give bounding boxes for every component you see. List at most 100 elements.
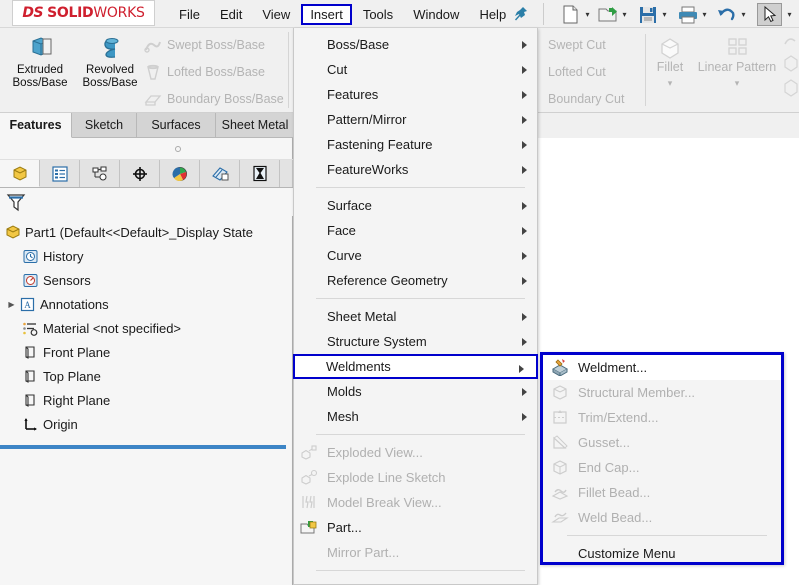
tree-row-front-plane[interactable]: Front Plane xyxy=(0,340,293,364)
rollback-bar[interactable] xyxy=(0,445,286,449)
swept-cut-item[interactable]: Swept Cut xyxy=(548,32,624,59)
menu-fastening-feature[interactable]: Fastening Feature xyxy=(294,132,537,157)
lofted-cut-item[interactable]: Lofted Cut xyxy=(548,59,624,86)
menu-weldments[interactable]: Weldments xyxy=(293,354,538,379)
submenu-structural-member[interactable]: Structural Member... xyxy=(543,380,781,405)
tree-item-label: Origin xyxy=(43,416,78,432)
tree-row-material[interactable]: Material <not specified> xyxy=(0,316,293,340)
tree-row-history[interactable]: History xyxy=(0,244,293,268)
menu-molds[interactable]: Molds xyxy=(294,379,537,404)
print-dropdown-arrow[interactable]: ▾ xyxy=(700,11,709,19)
select-cursor-dropdown-arrow[interactable]: ▾ xyxy=(785,11,794,19)
menu-surface[interactable]: Surface xyxy=(294,193,537,218)
panel-tabs-overflow[interactable] xyxy=(280,160,293,187)
menu-face[interactable]: Face xyxy=(294,218,537,243)
tree-row-right-plane[interactable]: Right Plane xyxy=(0,388,293,412)
undo-dropdown-arrow[interactable]: ▾ xyxy=(739,11,748,19)
menu-curve[interactable]: Curve xyxy=(294,243,537,268)
tab-features[interactable]: Features xyxy=(0,113,72,138)
submenu-weldment[interactable]: Weldment... xyxy=(543,355,781,380)
save-icon[interactable] xyxy=(637,4,659,25)
submenu-trim-extend[interactable]: Trim/Extend... xyxy=(543,405,781,430)
open-folder-icon[interactable] xyxy=(597,4,619,25)
menu-item-window[interactable]: Window xyxy=(404,4,468,25)
dimxpert-manager-icon[interactable] xyxy=(120,160,160,187)
menu-item-insert[interactable]: Insert xyxy=(301,3,352,25)
appearance-icon[interactable] xyxy=(200,160,240,187)
save-dropdown-arrow[interactable]: ▾ xyxy=(660,11,669,19)
new-document-icon[interactable] xyxy=(560,4,582,25)
swept-boss-label: Swept Boss/Base xyxy=(167,38,265,52)
menu-cut[interactable]: Cut xyxy=(294,57,537,82)
menu-label: Fastening Feature xyxy=(327,137,433,152)
tree-root-label: Part1 (Default<<Default>_Display State xyxy=(25,224,253,240)
tab-surfaces[interactable]: Surfaces xyxy=(137,113,216,138)
display-manager-icon[interactable] xyxy=(160,160,200,187)
revolved-boss-base-button[interactable]: Revolved Boss/Base xyxy=(76,32,144,90)
submenu-fillet-bead[interactable]: Fillet Bead... xyxy=(543,480,781,505)
tree-row-origin[interactable]: Origin xyxy=(0,412,293,436)
property-manager-icon[interactable] xyxy=(40,160,80,187)
open-folder-dropdown-arrow[interactable]: ▾ xyxy=(620,11,629,19)
simulation-icon[interactable] xyxy=(240,160,280,187)
boundary-cut-item[interactable]: Boundary Cut xyxy=(548,86,624,113)
extruded-boss-base-button[interactable]: Extruded Boss/Base xyxy=(6,32,74,90)
menu-item-view[interactable]: View xyxy=(253,4,299,25)
revolved-boss-label-1: Revolved xyxy=(86,64,134,76)
menu-label: Structure System xyxy=(327,334,427,349)
menu-item-file[interactable]: File xyxy=(170,4,209,25)
feature-manager-icon[interactable] xyxy=(0,160,40,187)
submenu-end-cap[interactable]: End Cap... xyxy=(543,455,781,480)
menu-mesh[interactable]: Mesh xyxy=(294,404,537,429)
submenu-gusset[interactable]: Gusset... xyxy=(543,430,781,455)
extruded-boss-label-1: Extruded xyxy=(16,64,64,76)
menu-explode-line-sketch[interactable]: Explode Line Sketch xyxy=(294,465,537,490)
submenu-arrow-icon xyxy=(522,227,527,235)
tree-row-part1[interactable]: Part1 (Default<<Default>_Display State xyxy=(0,220,293,244)
menu-mirror-part[interactable]: Mirror Part... xyxy=(294,540,537,565)
menu-item-tools[interactable]: Tools xyxy=(354,4,402,25)
menu-featureworks[interactable]: FeatureWorks xyxy=(294,157,537,182)
expand-arrow-icon[interactable]: ▶ xyxy=(4,300,19,309)
pushpin-icon[interactable] xyxy=(512,5,530,23)
submenu-arrow-icon xyxy=(522,252,527,260)
menu-label: Model Break View... xyxy=(327,495,442,510)
tree-row-top-plane[interactable]: Top Plane xyxy=(0,364,293,388)
fillet-button[interactable]: Fillet ▾ xyxy=(648,34,692,89)
submenu-weld-bead[interactable]: Weld Bead... xyxy=(543,505,781,530)
menu-item-edit[interactable]: Edit xyxy=(211,4,251,25)
menu-label: Sheet Metal xyxy=(327,309,397,324)
configuration-manager-icon[interactable] xyxy=(80,160,120,187)
menu-boss-base[interactable]: Boss/Base xyxy=(294,32,537,57)
menu-part[interactable]: Part... xyxy=(294,515,537,540)
boundary-boss-base-item[interactable]: Boundary Boss/Base xyxy=(143,86,284,113)
new-document-dropdown-arrow[interactable]: ▾ xyxy=(583,11,592,19)
tab-sketch[interactable]: Sketch xyxy=(72,113,137,138)
menu-structure-system[interactable]: Structure System xyxy=(294,329,537,354)
linear-pattern-button[interactable]: Linear Pattern ▾ xyxy=(694,34,780,89)
print-icon[interactable] xyxy=(677,4,699,25)
tree-row-sensors[interactable]: Sensors xyxy=(0,268,293,292)
fillet-dropdown-arrow[interactable]: ▾ xyxy=(648,78,692,89)
menu-reference-geometry[interactable]: Reference Geometry xyxy=(294,268,537,293)
submenu-customize-menu[interactable]: Customize Menu xyxy=(543,541,781,566)
swept-boss-base-item[interactable]: Swept Boss/Base xyxy=(143,32,284,59)
tab-sheet-metal[interactable]: Sheet Metal xyxy=(216,113,295,138)
menu-bar: DS SOLID WORKS File Edit View Insert Too… xyxy=(0,0,799,28)
linear-pattern-dropdown-arrow[interactable]: ▾ xyxy=(694,78,780,89)
menu-sheet-metal[interactable]: Sheet Metal xyxy=(294,304,537,329)
menu-exploded-view[interactable]: Exploded View... xyxy=(294,440,537,465)
submenu-arrow-icon xyxy=(519,365,524,373)
panel-collapse-handle[interactable] xyxy=(175,146,181,152)
select-cursor-icon[interactable] xyxy=(757,3,782,26)
undo-icon[interactable] xyxy=(716,4,738,25)
tree-item-label: Right Plane xyxy=(43,392,111,408)
menu-model-break-view[interactable]: Model Break View... xyxy=(294,490,537,515)
lofted-boss-base-item[interactable]: Lofted Boss/Base xyxy=(143,59,284,86)
filter-funnel-icon[interactable] xyxy=(6,192,26,212)
tree-row-annotations[interactable]: ▶ A Annotations xyxy=(0,292,293,316)
menu-pattern-mirror[interactable]: Pattern/Mirror xyxy=(294,107,537,132)
menu-features[interactable]: Features xyxy=(294,82,537,107)
structural-member-icon xyxy=(551,384,571,401)
menu-item-help[interactable]: Help xyxy=(470,4,515,25)
